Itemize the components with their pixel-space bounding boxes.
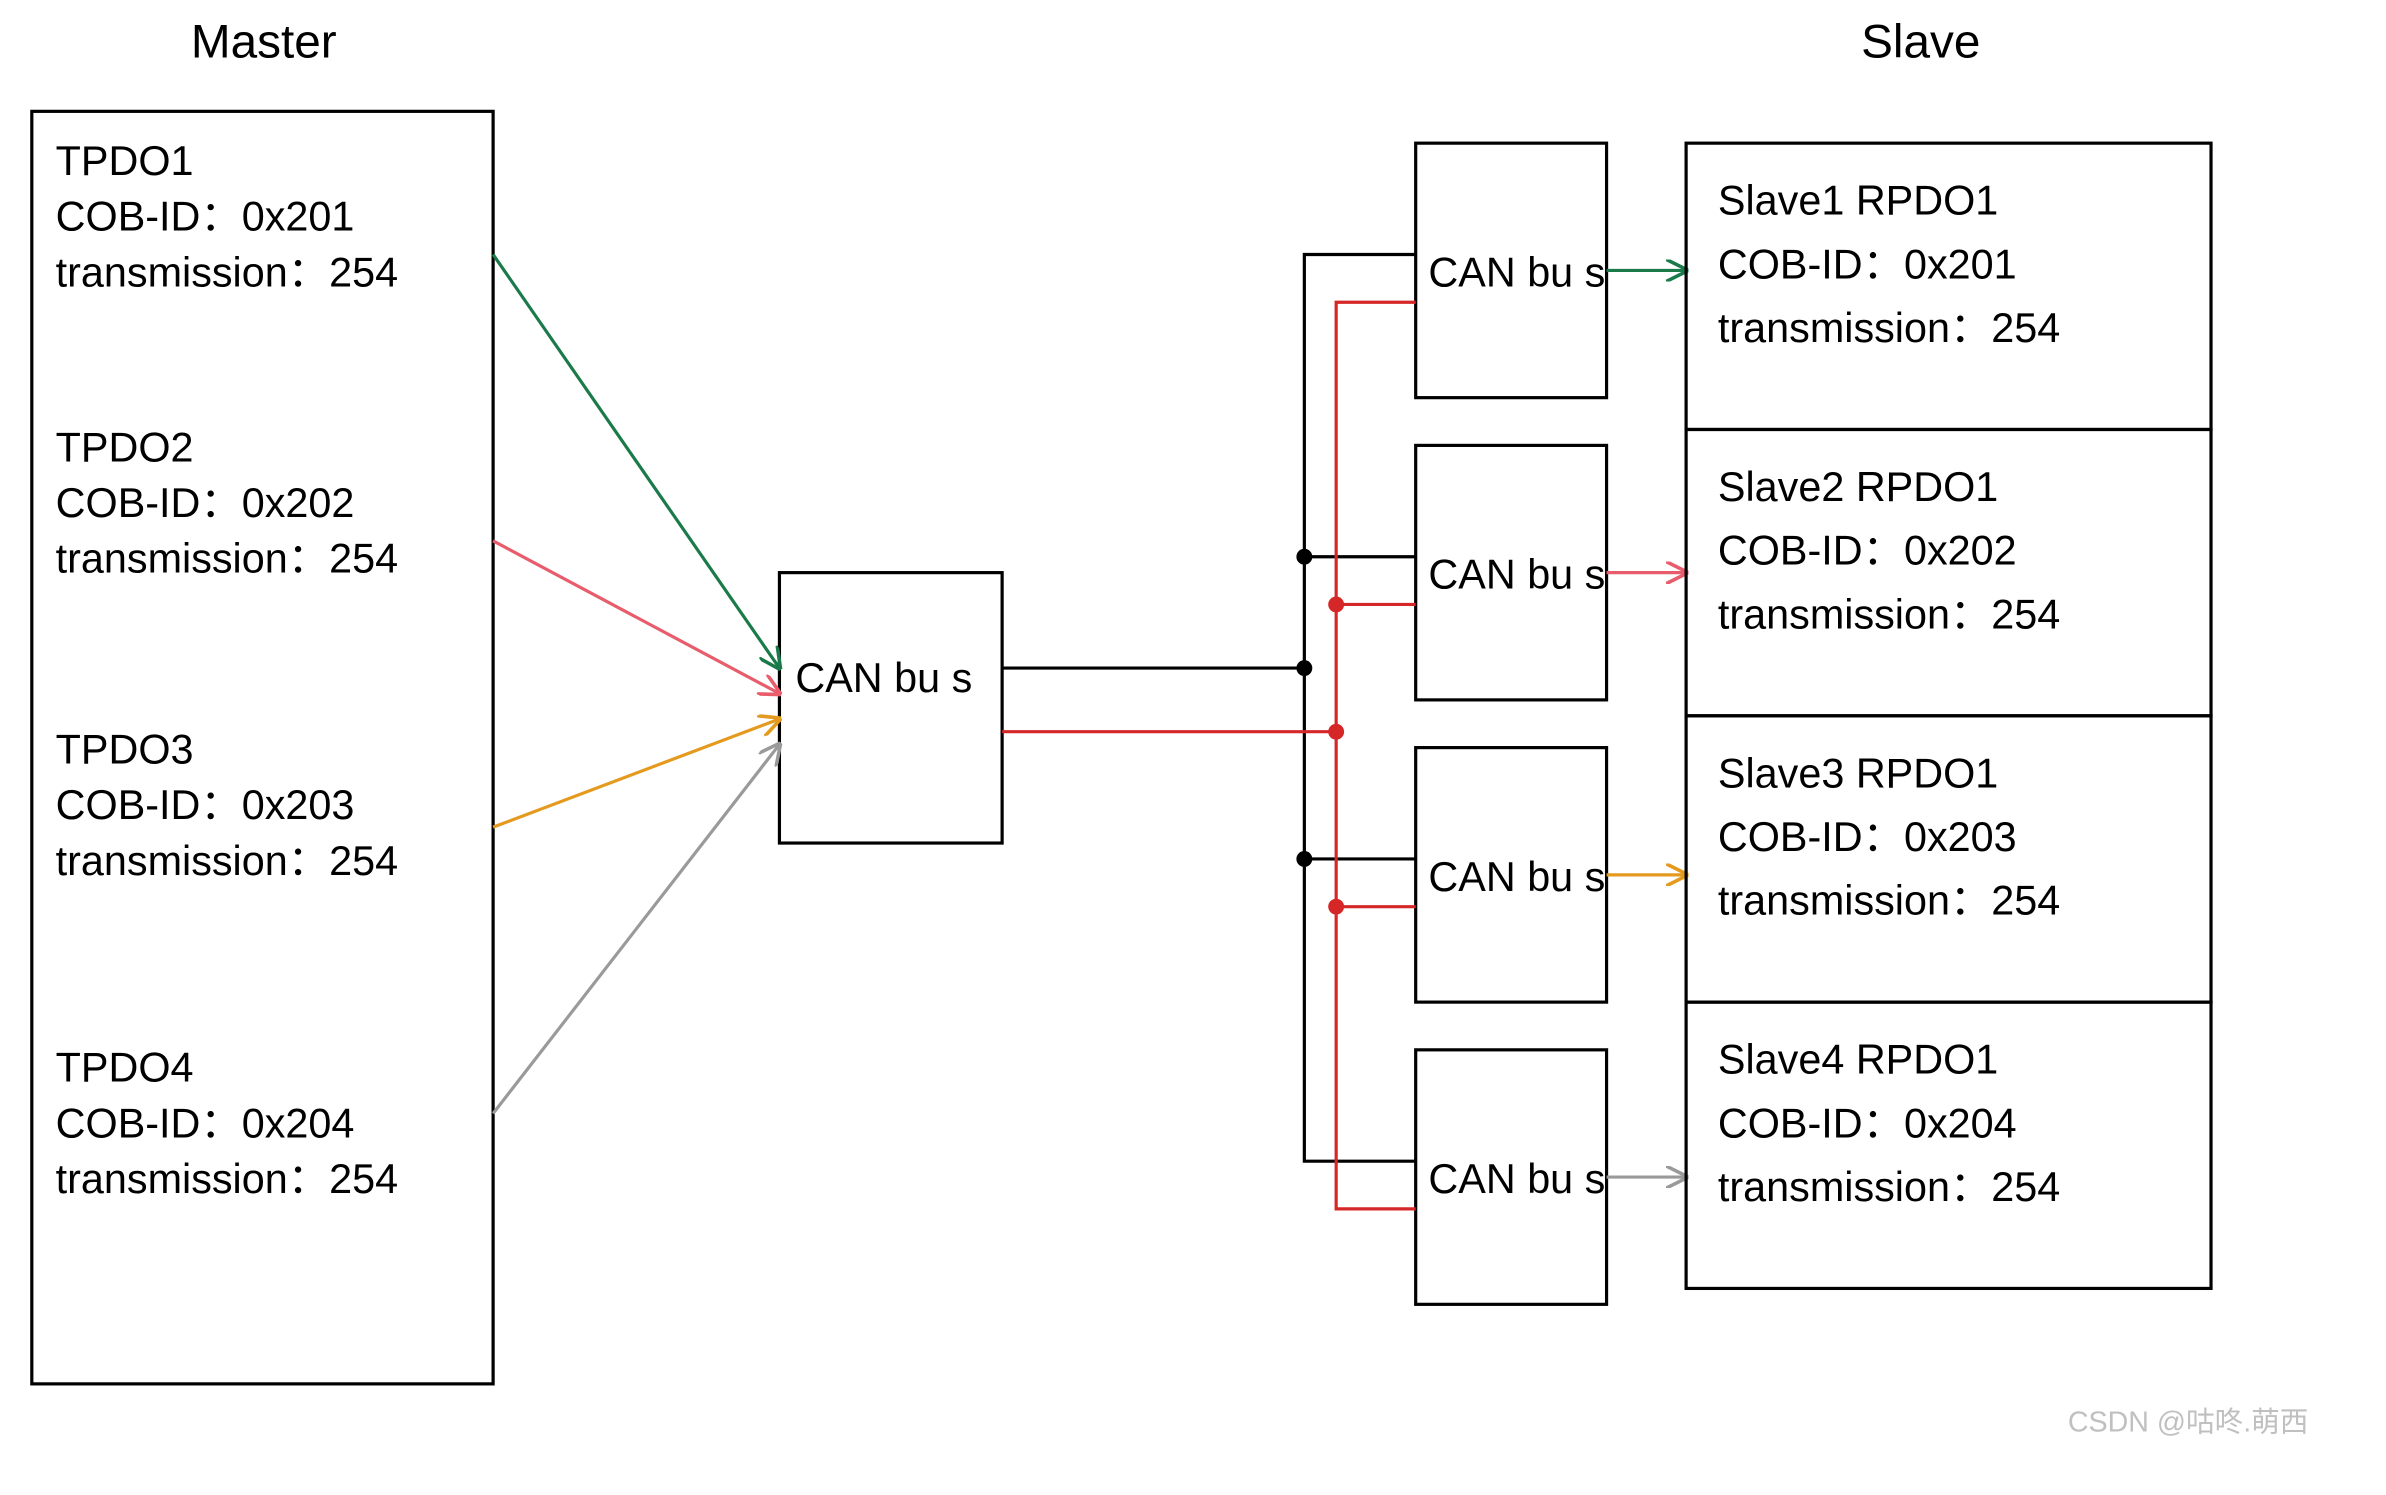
slave2-cob: COB-ID：0x202 — [1718, 528, 2017, 574]
center-bus-box — [779, 573, 1002, 843]
arrow-tpdo2 — [493, 541, 779, 694]
slave4-text: Slave4 RPDO1 COB-ID：0x204 transmission：2… — [1718, 1037, 2060, 1210]
tpdo2-name: TPDO2 — [56, 424, 194, 470]
black-junction-1 — [1296, 660, 1312, 676]
relay-bus-4-label: CAN bu s — [1428, 1156, 1605, 1202]
slave1-name: Slave1 RPDO1 — [1718, 178, 1998, 224]
black-junction-2 — [1296, 549, 1312, 565]
red-trunk — [1002, 302, 1416, 1209]
relay-bus-2-label: CAN bu s — [1428, 552, 1605, 598]
tpdo3-name: TPDO3 — [56, 727, 194, 773]
slave2-text: Slave2 RPDO1 COB-ID：0x202 transmission：2… — [1718, 464, 2060, 637]
master-title: Master — [191, 15, 337, 68]
tpdo4-tr: transmission：254 — [56, 1156, 398, 1202]
slave3-tr: transmission：254 — [1718, 878, 2060, 924]
tpdo1-block: TPDO1 COB-ID：0x201 transmission：254 — [56, 138, 398, 295]
slave1-cob: COB-ID：0x201 — [1718, 241, 2017, 287]
red-junction-3 — [1328, 899, 1344, 915]
red-junction-2 — [1328, 596, 1344, 612]
slave4-name: Slave4 RPDO1 — [1718, 1037, 1998, 1083]
slave2-tr: transmission：254 — [1718, 591, 2060, 637]
arrow-tpdo1 — [493, 255, 779, 669]
watermark: CSDN @咕咚.萌西 — [2068, 1407, 2309, 1439]
tpdo2-cob: COB-ID：0x202 — [56, 480, 355, 526]
tpdo4-cob: COB-ID：0x204 — [56, 1100, 355, 1146]
tpdo4-block: TPDO4 COB-ID：0x204 transmission：254 — [56, 1045, 398, 1202]
tpdo1-cob: COB-ID：0x201 — [56, 194, 355, 240]
tpdo4-name: TPDO4 — [56, 1045, 194, 1091]
diagram-root: Master Slave TPDO1 COB-ID：0x201 transmis… — [0, 0, 2386, 1495]
arrow-tpdo3 — [493, 719, 779, 827]
slave3-text: Slave3 RPDO1 COB-ID：0x203 transmission：2… — [1718, 750, 2060, 923]
slave2-name: Slave2 RPDO1 — [1718, 464, 1998, 510]
slave3-cob: COB-ID：0x203 — [1718, 814, 2017, 860]
slave1-text: Slave1 RPDO1 COB-ID：0x201 transmission：2… — [1718, 178, 2060, 351]
tpdo1-name: TPDO1 — [56, 138, 194, 184]
tpdo2-tr: transmission：254 — [56, 536, 398, 582]
red-junction-1 — [1328, 724, 1344, 740]
center-bus-label: CAN bu s — [795, 655, 972, 701]
slave1-tr: transmission：254 — [1718, 305, 2060, 351]
slave4-cob: COB-ID：0x204 — [1718, 1100, 2017, 1146]
slave3-name: Slave3 RPDO1 — [1718, 750, 1998, 796]
relay-bus-3-label: CAN bu s — [1428, 854, 1605, 900]
tpdo3-block: TPDO3 COB-ID：0x203 transmission：254 — [56, 727, 398, 884]
black-junction-3 — [1296, 851, 1312, 867]
tpdo3-tr: transmission：254 — [56, 838, 398, 884]
black-trunk — [1002, 255, 1416, 1162]
relay-bus-1-label: CAN bu s — [1428, 249, 1605, 295]
tpdo1-tr: transmission：254 — [56, 249, 398, 295]
slave4-tr: transmission：254 — [1718, 1164, 2060, 1210]
slave-title: Slave — [1861, 15, 1980, 68]
arrow-tpdo4 — [493, 744, 779, 1113]
tpdo3-cob: COB-ID：0x203 — [56, 782, 355, 828]
tpdo2-block: TPDO2 COB-ID：0x202 transmission：254 — [56, 424, 398, 581]
